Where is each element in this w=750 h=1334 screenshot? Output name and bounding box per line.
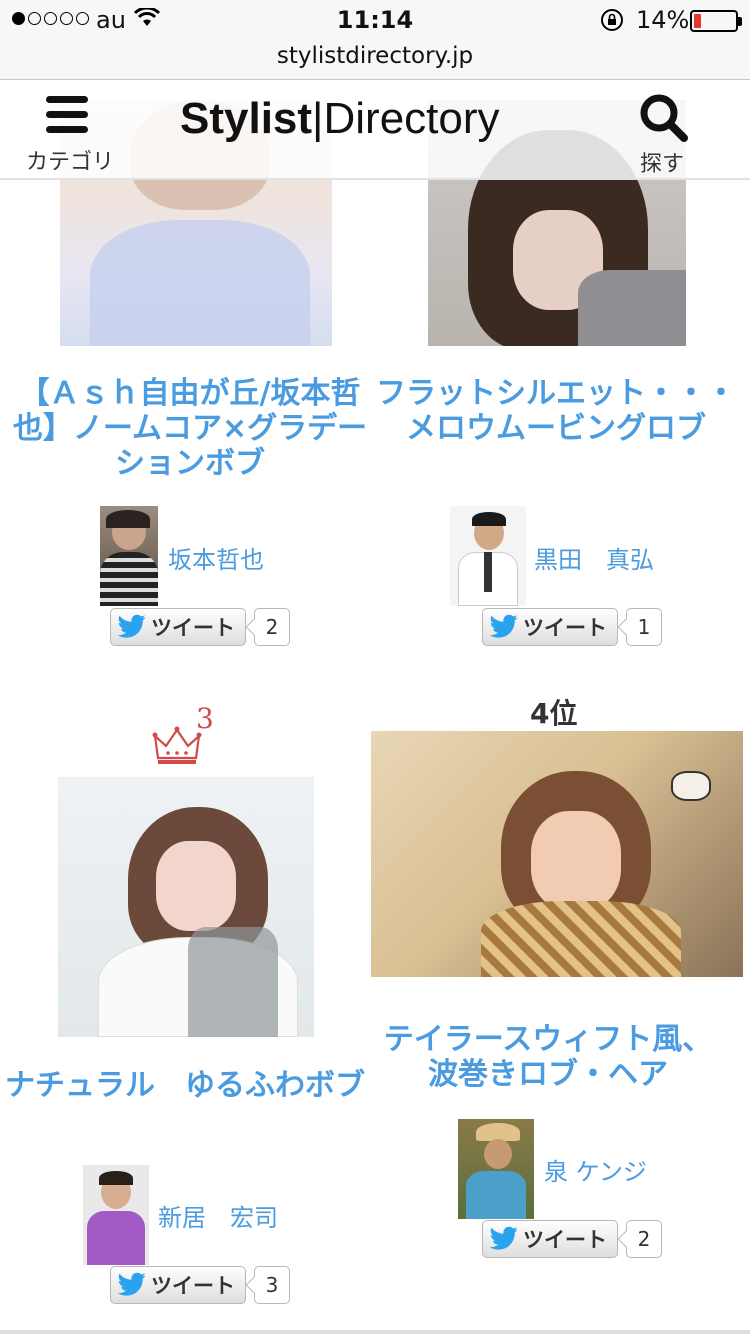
- stylist-avatar[interactable]: [458, 1119, 534, 1219]
- search-icon: [640, 94, 688, 142]
- tweet-count: 3: [254, 1266, 290, 1304]
- rotation-lock-icon: [601, 9, 623, 31]
- stylist-name-link[interactable]: 泉 ケンジ: [544, 1152, 647, 1187]
- tweet-button[interactable]: ツイート: [110, 1266, 246, 1304]
- hairstyle-title-link[interactable]: ナチュラル ゆるふわボブ: [0, 1068, 370, 1103]
- category-menu-button[interactable]: カテゴリ: [20, 94, 120, 175]
- site-logo[interactable]: Stylist|Directory: [180, 94, 500, 154]
- hairstyle-photo[interactable]: [58, 777, 314, 1037]
- stylist-avatar[interactable]: [83, 1165, 149, 1265]
- divider: [0, 1330, 750, 1334]
- menu-icon: [46, 96, 88, 141]
- tweet-count: 2: [626, 1220, 662, 1258]
- battery-icon: [690, 10, 742, 32]
- stylist-name-link[interactable]: 坂本哲也: [168, 540, 264, 575]
- stylist-name-link[interactable]: 黒田 真弘: [534, 540, 654, 575]
- hairstyle-photo[interactable]: [371, 731, 743, 977]
- search-label: 探す: [639, 152, 684, 177]
- tweet-count: 1: [626, 608, 662, 646]
- stylist-name-link[interactable]: 新居 宏司: [158, 1198, 278, 1233]
- tweet-button[interactable]: ツイート: [110, 608, 246, 646]
- site-header: カテゴリ Stylist|Directory 探す: [0, 80, 750, 180]
- crown-rank-number: 3: [196, 702, 214, 735]
- tweet-count: 2: [254, 608, 290, 646]
- rank-label: 4位: [530, 697, 578, 730]
- stylist-avatar[interactable]: [100, 506, 158, 606]
- hairstyle-title-link[interactable]: 【Ａｓｈ自由が丘/坂本哲也】ノームコア×グラデーションボブ: [10, 376, 370, 481]
- status-bar: au 11:14 14%: [0, 0, 750, 40]
- stylist-avatar[interactable]: [450, 506, 526, 606]
- category-label: カテゴリ: [25, 150, 114, 175]
- crown-rank-badge: 3: [150, 702, 220, 770]
- twitter-bird-icon: [489, 614, 518, 638]
- address-bar[interactable]: stylistdirectory.jp: [0, 40, 750, 80]
- hairstyle-title-link[interactable]: フラットシルエット・・・メロウムービングロブ: [376, 376, 736, 446]
- crown-icon: [152, 726, 202, 764]
- battery-percent: 14%: [636, 6, 690, 34]
- tweet-button[interactable]: ツイート: [482, 608, 618, 646]
- twitter-bird-icon: [489, 1226, 518, 1250]
- twitter-bird-icon: [117, 614, 146, 638]
- search-button[interactable]: 探す: [626, 92, 706, 177]
- tweet-button[interactable]: ツイート: [482, 1220, 618, 1258]
- hairstyle-title-link[interactable]: テイラースウィフト風、波巻きロブ・ヘア: [376, 1022, 720, 1092]
- twitter-bird-icon: [117, 1272, 146, 1296]
